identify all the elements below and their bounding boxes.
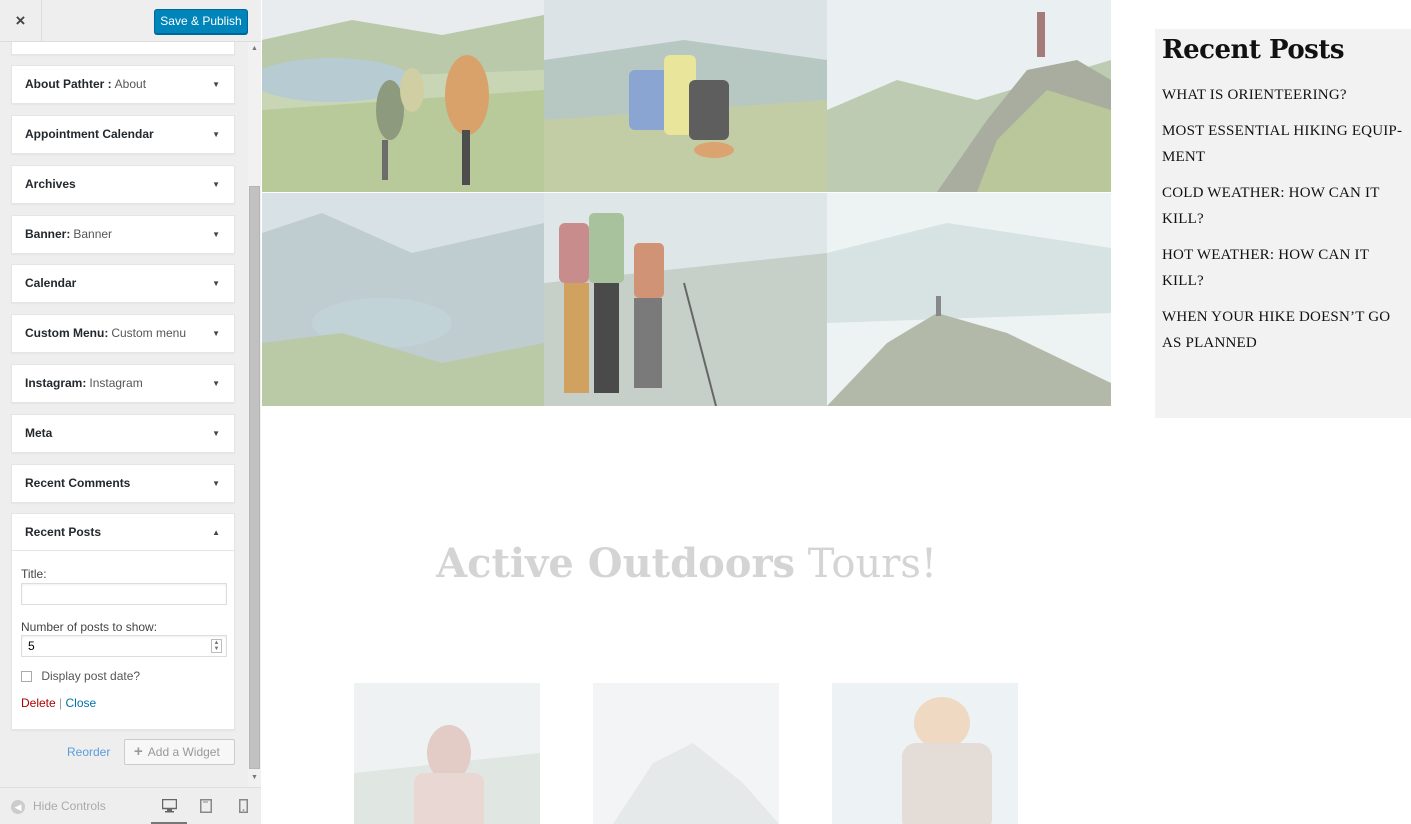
- photo-gallery: [262, 0, 1111, 406]
- tour-card-2[interactable]: [593, 683, 779, 824]
- widget-subtitle: Banner: [73, 227, 113, 241]
- caret-down-icon[interactable]: ▼: [212, 465, 220, 502]
- number-field: ▲▼: [21, 635, 227, 657]
- close-customizer-button[interactable]: ×: [0, 0, 42, 42]
- gallery-photo-backpacks[interactable]: [544, 0, 827, 192]
- gallery-photo-cliff-hiker[interactable]: [827, 0, 1111, 192]
- post-link[interactable]: WHEN YOUR HIKE DOESN’T GO AS PLANNED: [1162, 304, 1411, 356]
- site-preview: Active Outdoors Tours! Recent Posts WHAT…: [262, 0, 1411, 824]
- widget-appointment-calendar[interactable]: Appointment Calendar ▼: [11, 115, 235, 154]
- caret-down-icon[interactable]: ▼: [212, 66, 220, 103]
- widget-subtitle: Custom menu: [111, 326, 187, 340]
- widget-title: About Pathter :: [25, 77, 112, 91]
- plus-icon: +: [134, 743, 143, 760]
- number-input[interactable]: [21, 635, 227, 657]
- widget-title: Custom Menu:: [25, 326, 109, 340]
- tours-heading-rest: Tours!: [795, 541, 937, 587]
- tours-heading-bold: Active Outdoors: [436, 540, 796, 587]
- hide-controls-label: Hide Controls: [33, 799, 106, 813]
- scroll-down-arrow[interactable]: ▼: [249, 773, 260, 783]
- number-stepper[interactable]: ▲ ▼: [211, 639, 222, 653]
- gallery-photo-hikers-lake[interactable]: [262, 0, 544, 192]
- caret-down-icon[interactable]: ▼: [212, 315, 220, 352]
- hide-controls-icon: ◀: [11, 799, 25, 814]
- caret-down-icon[interactable]: ▼: [212, 166, 220, 203]
- widget-recent-comments[interactable]: Recent Comments ▼: [11, 464, 235, 503]
- widget-title: Instagram:: [25, 376, 87, 390]
- recent-posts-widget: Recent Posts WHAT IS ORIENTEERING? MOST …: [1155, 29, 1411, 418]
- post-link[interactable]: WHAT IS ORIENTEERING?: [1162, 82, 1411, 108]
- close-icon: ×: [15, 11, 26, 30]
- gallery-photo-foggy-ridge[interactable]: [827, 193, 1111, 406]
- mobile-icon: [238, 799, 248, 813]
- widget-title: Recent Comments: [25, 476, 131, 490]
- display-date-label: Display post date?: [41, 669, 141, 683]
- widget-banner[interactable]: Banner: Banner ▼: [11, 215, 235, 254]
- widget-custom-menu[interactable]: Custom Menu: Custom menu ▼: [11, 314, 235, 353]
- widget-title: Calendar: [25, 276, 77, 290]
- tablet-icon: [200, 799, 212, 813]
- link-separator: |: [59, 696, 63, 710]
- gallery-photo-two-hikers[interactable]: [544, 193, 827, 406]
- widget-title: Banner:: [25, 227, 71, 241]
- widget-subtitle: About: [114, 77, 147, 91]
- add-widget-button[interactable]: + Add a Widget: [124, 739, 235, 765]
- post-link[interactable]: COLD WEATHER: HOW CAN IT KILL?: [1162, 180, 1411, 232]
- widget-form: Title: Number of posts to show: ▲▼ Displ…: [12, 567, 234, 710]
- caret-down-icon[interactable]: ▼: [212, 265, 220, 302]
- widget-list: About Pathter : About ▼ Appointment Calend…: [0, 42, 261, 787]
- tour-card-1[interactable]: [354, 683, 540, 824]
- widget-title: Meta: [25, 426, 53, 440]
- site-sidebar: Recent Posts WHAT IS ORIENTEERING? MOST …: [1111, 0, 1411, 824]
- widget-about-pathter[interactable]: About Pathter : About ▼: [11, 65, 235, 104]
- add-widget-label: Add a Widget: [147, 745, 220, 759]
- caret-up-icon[interactable]: ▲: [212, 514, 220, 551]
- display-date-checkbox[interactable]: [21, 671, 32, 683]
- recent-posts-title: Recent Posts: [1162, 35, 1344, 65]
- save-publish-button[interactable]: Save & Publish: [154, 9, 248, 34]
- number-label: Number of posts to show:: [21, 620, 158, 634]
- widget-recent-posts-header[interactable]: Recent Posts ▲: [12, 514, 234, 551]
- tour-card-3[interactable]: [832, 683, 1018, 824]
- post-link[interactable]: MOST ESSENTIAL HIKING EQUIP-MENT: [1162, 118, 1411, 170]
- customizer-footer: ◀ Hide Controls: [0, 787, 261, 824]
- caret-down-icon[interactable]: ▼: [212, 116, 220, 153]
- scrollbar-thumb[interactable]: [249, 186, 260, 769]
- customizer-sidebar: × Save & Publish About Pathter : About ▼ A…: [0, 0, 261, 824]
- widget-subtitle: Instagram: [89, 376, 143, 390]
- widget-title: Recent Posts: [25, 525, 102, 539]
- title-input[interactable]: [21, 583, 227, 605]
- caret-down-icon[interactable]: ▼: [212, 415, 220, 452]
- widget-instagram[interactable]: Instagram: Instagram ▼: [11, 364, 235, 403]
- preview-tablet-button[interactable]: [188, 796, 224, 824]
- widget-archives[interactable]: Archives ▼: [11, 165, 235, 204]
- title-label: Title:: [21, 567, 47, 581]
- widget-partial[interactable]: [11, 42, 235, 55]
- preview-mobile-button[interactable]: [225, 796, 261, 824]
- post-link[interactable]: HOT WEATHER: HOW CAN IT KILL?: [1162, 242, 1411, 294]
- reorder-link[interactable]: Reorder: [67, 745, 110, 759]
- widget-calendar[interactable]: Calendar ▼: [11, 264, 235, 303]
- widget-title: Archives: [25, 177, 76, 191]
- widget-recent-posts: Recent Posts ▲ Title: Number of posts to…: [11, 513, 235, 730]
- gallery-photo-mountain-lake[interactable]: [262, 193, 544, 406]
- customizer-header: × Save & Publish: [0, 0, 261, 42]
- tours-heading: Active Outdoors Tours!: [262, 540, 1111, 587]
- caret-down-icon[interactable]: ▼: [212, 216, 220, 253]
- delete-link[interactable]: Delete: [21, 696, 56, 710]
- widget-title: Appointment Calendar: [25, 127, 154, 141]
- close-link[interactable]: Close: [66, 696, 97, 710]
- preview-desktop-button[interactable]: [151, 796, 187, 824]
- widget-meta[interactable]: Meta ▼: [11, 414, 235, 453]
- widget-control-links: Delete | Close: [21, 696, 225, 710]
- hide-controls-button[interactable]: ◀ Hide Controls: [11, 799, 106, 814]
- caret-down-icon[interactable]: ▼: [212, 365, 220, 402]
- desktop-icon: [161, 798, 177, 813]
- scroll-up-arrow[interactable]: ▲: [249, 44, 260, 54]
- display-date-row: Display post date?: [21, 669, 225, 683]
